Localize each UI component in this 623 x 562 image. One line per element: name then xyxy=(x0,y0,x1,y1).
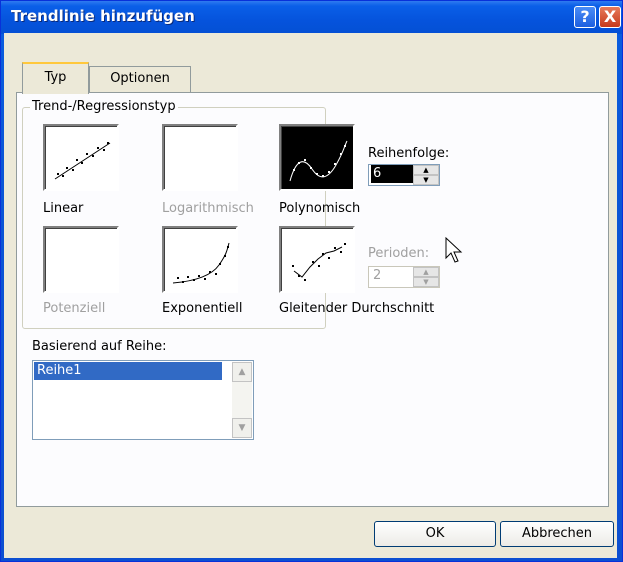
ok-button[interactable]: OK xyxy=(374,521,496,547)
order-label: Reihenfolge: xyxy=(368,146,450,161)
exponential-label: Exponentiell xyxy=(162,301,243,316)
order-down-icon[interactable]: ▼ xyxy=(413,175,439,185)
cancel-button[interactable]: Abbrechen xyxy=(500,521,614,547)
order-input[interactable]: 6 xyxy=(371,165,413,183)
blank-icon xyxy=(167,129,233,186)
order-spinner[interactable]: 6 ▲ ▼ xyxy=(368,164,440,186)
power-label: Potenziell xyxy=(43,301,106,316)
period-input[interactable]: 2 xyxy=(371,267,413,285)
window-title: Trendlinie hinzufügen xyxy=(11,7,195,25)
tab-typ[interactable]: Typ xyxy=(22,62,89,94)
period-up-icon[interactable]: ▲ xyxy=(413,267,439,277)
linear-label: Linear xyxy=(43,201,84,216)
trend-type-group-label: Trend-/Regressionstyp xyxy=(30,99,178,114)
period-down-icon[interactable]: ▼ xyxy=(413,277,439,287)
moving-average-label: Gleitender Durchschnitt xyxy=(279,301,435,316)
exponential-trend-button[interactable] xyxy=(162,226,238,293)
title-bar[interactable]: Trendlinie hinzufügen ? X xyxy=(1,1,622,34)
period-spinner[interactable]: 2 ▲ ▼ xyxy=(368,266,440,288)
series-scrollbar[interactable]: ▲ ▼ xyxy=(232,362,252,438)
close-button[interactable]: X xyxy=(599,6,621,28)
mouse-pointer-icon xyxy=(445,237,463,263)
help-button[interactable]: ? xyxy=(574,6,596,28)
moving-average-button[interactable] xyxy=(279,226,355,293)
power-trend-button[interactable] xyxy=(43,226,119,293)
series-listbox[interactable]: Reihe1 ▲ ▼ xyxy=(32,360,254,440)
linear-trend-icon xyxy=(54,142,111,180)
linear-trend-button[interactable] xyxy=(43,124,119,191)
polynomial-label: Polynomisch xyxy=(279,201,361,216)
logarithmic-label: Logarithmisch xyxy=(162,201,254,216)
moving-average-icon xyxy=(292,243,346,281)
period-label: Perioden: xyxy=(368,246,430,261)
tab-optionen[interactable]: Optionen xyxy=(89,66,191,92)
exponential-trend-icon xyxy=(172,242,230,284)
dialog-client-area: Typ Optionen Trend-/Regressionstyp Linea… xyxy=(4,33,617,558)
logarithmic-trend-button[interactable] xyxy=(162,124,238,191)
scroll-up-icon[interactable]: ▲ xyxy=(232,362,252,382)
blank-icon xyxy=(48,231,114,288)
order-up-icon[interactable]: ▲ xyxy=(413,165,439,175)
scroll-down-icon[interactable]: ▼ xyxy=(232,418,252,438)
list-item[interactable]: Reihe1 xyxy=(34,362,222,380)
polynomial-trend-icon xyxy=(289,140,348,182)
polynomial-trend-button[interactable] xyxy=(279,124,355,191)
series-label: Basierend auf Reihe: xyxy=(32,339,167,354)
